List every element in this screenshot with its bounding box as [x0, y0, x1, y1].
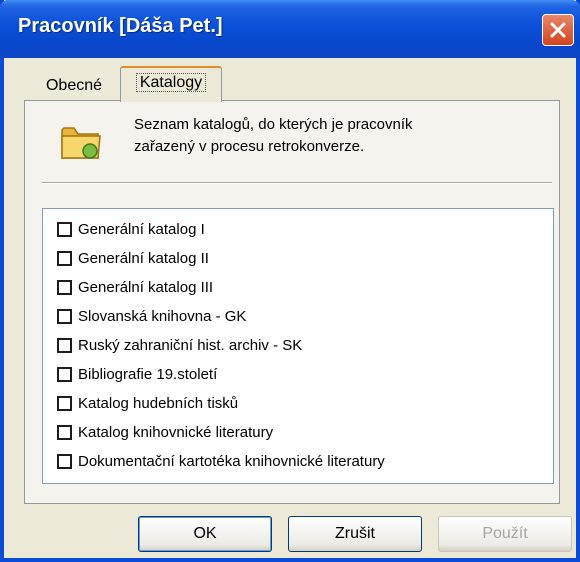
close-icon: [550, 22, 566, 38]
list-item[interactable]: Katalog hudebních tisků: [57, 391, 238, 415]
list-item-label: Katalog knihovnické literatury: [78, 423, 274, 441]
checkbox[interactable]: [57, 337, 72, 353]
list-item-label: Generální katalog III: [78, 278, 214, 296]
window-title: Pracovník [Dáša Pet.]: [18, 15, 223, 37]
checkbox[interactable]: [57, 453, 72, 469]
separator: [42, 182, 552, 184]
checkbox[interactable]: [57, 221, 72, 237]
checkbox[interactable]: [57, 250, 72, 266]
folder-icon: [61, 127, 101, 159]
list-item[interactable]: Generální katalog II: [57, 246, 209, 270]
list-item[interactable]: Generální katalog III: [57, 275, 213, 299]
close-button[interactable]: [542, 14, 574, 46]
checkbox[interactable]: [57, 366, 72, 382]
description-line-1: Seznam katalogů, do kterých je pracovník: [134, 116, 413, 133]
title-bar[interactable]: Pracovník [Dáša Pet.]: [0, 0, 580, 58]
checkbox[interactable]: [57, 308, 72, 324]
checkbox[interactable]: [57, 279, 72, 295]
tab-catalogs[interactable]: Katalogy: [120, 66, 222, 102]
tab-catalogs-label: Katalogy: [135, 73, 207, 92]
catalog-list[interactable]: Generální katalog I Generální katalog II…: [42, 208, 554, 484]
list-item-label: Generální katalog I: [78, 220, 205, 238]
list-item-label: Generální katalog II: [78, 249, 209, 267]
description-line-2: zařazený v procesu retrokonverze.: [134, 138, 365, 155]
list-item[interactable]: Katalog knihovnické literatury: [57, 420, 273, 444]
list-item-label: Katalog hudebních tisků: [78, 394, 239, 412]
list-item-label: Dokumentační kartotéka knihovnické liter…: [78, 452, 385, 470]
checkbox[interactable]: [57, 424, 72, 440]
tab-general[interactable]: Obecné: [28, 72, 120, 102]
list-item[interactable]: Bibliografie 19.století: [57, 362, 217, 386]
list-item-label: Slovanská knihovna - GK: [78, 307, 247, 325]
list-item-label: Bibliografie 19.století: [78, 365, 218, 383]
apply-button[interactable]: Použít: [438, 516, 572, 552]
checkbox[interactable]: [57, 395, 72, 411]
list-item[interactable]: Ruský zahraniční hist. archiv - SK: [57, 333, 302, 357]
cancel-button[interactable]: Zrušit: [288, 516, 422, 552]
list-item[interactable]: Dokumentační kartotéka knihovnické liter…: [57, 449, 385, 473]
list-item-label: Ruský zahraniční hist. archiv - SK: [78, 336, 303, 354]
ok-button[interactable]: OK: [138, 516, 272, 552]
list-item[interactable]: Generální katalog I: [57, 217, 205, 241]
list-item[interactable]: Slovanská knihovna - GK: [57, 304, 246, 328]
